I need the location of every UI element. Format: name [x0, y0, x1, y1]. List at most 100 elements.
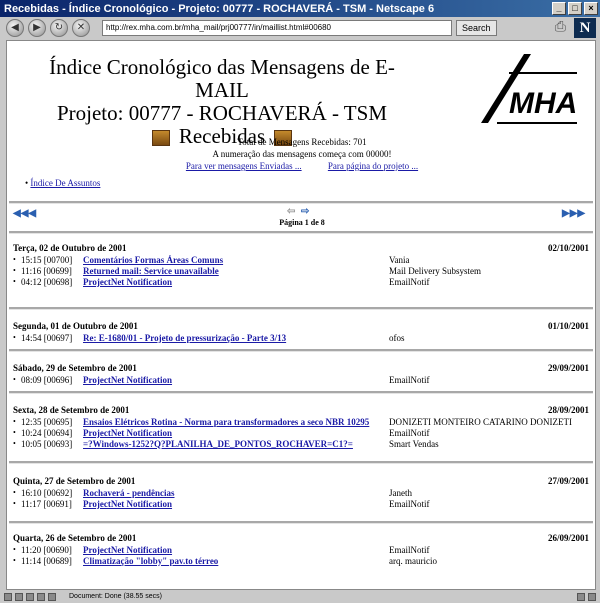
summary-block: Total de Mensagens Recebidas: 701 A nume… [7, 136, 595, 172]
netscape-logo-icon: N [574, 18, 596, 38]
forward-icon[interactable]: ▶ [28, 19, 46, 37]
day-label: Quarta, 26 de Setembro de 2001 [13, 532, 137, 543]
numbering-note: A numeração das mensagens começa com 000… [212, 149, 392, 159]
offline-icon[interactable] [588, 592, 596, 601]
reload-icon[interactable]: ↻ [50, 19, 68, 37]
message-row: • 11:17 [00691] ProjectNet Notification Ema… [13, 498, 589, 509]
day-date: 27/09/2001 [547, 475, 589, 486]
page-title: Índice Cronológico das Mensagens de E-MA… [49, 55, 395, 102]
security-icon[interactable] [577, 592, 585, 601]
message-row: • 10:24 [00694] ProjectNet Notification Ema… [13, 427, 589, 438]
message-subject-link[interactable]: ProjectNet Notification [83, 375, 389, 385]
message-subject-link[interactable]: ProjectNet Notification [83, 277, 389, 287]
day-label: Sexta, 28 de Setembro de 2001 [13, 404, 130, 415]
message-time: 10:24 [00694] [21, 427, 73, 438]
message-row: • 11:20 [00690] ProjectNet Notification Ema… [13, 544, 589, 555]
subjects-index: • Índice De Assuntos [25, 178, 100, 188]
mha-logo: MHA [481, 54, 577, 124]
bullet-icon: • [13, 255, 16, 264]
subjects-index-link[interactable]: Índice De Assuntos [30, 178, 100, 188]
page-info: Página 1 de 8 [279, 218, 325, 227]
day-group: Segunda, 01 de Outubro de 2001 01/10/2001… [13, 319, 589, 343]
window-titlebar: Recebidas - Índice Cronológico - Projeto… [0, 0, 600, 17]
status-bar: Document: Done (38.55 secs) [0, 590, 600, 603]
message-subject-link[interactable]: Re: E-1680/01 - Projeto de pressurização… [83, 333, 389, 343]
day-group: Sexta, 28 de Setembro de 2001 28/09/2001 •… [13, 403, 589, 449]
day-date: 29/09/2001 [547, 362, 589, 373]
bullet-icon: • [13, 545, 16, 554]
message-row: • 08:09 [00696] ProjectNet Notification Ema… [13, 374, 589, 385]
message-time: 08:09 [00696] [21, 374, 73, 385]
bullet-icon: • [13, 439, 16, 448]
status-icon[interactable] [4, 592, 12, 601]
minimize-button[interactable]: _ [552, 2, 566, 15]
day-group: Quinta, 27 de Setembro de 2001 27/09/2001… [13, 474, 589, 509]
message-sender: EmailNotif [389, 544, 430, 555]
day-header: Sexta, 28 de Setembro de 2001 28/09/2001 [13, 403, 589, 416]
bullet-icon: • [13, 488, 16, 497]
message-sender: EmailNotif [389, 276, 430, 287]
bullet-icon: • [13, 266, 16, 275]
message-time: 11:16 [00699] [21, 265, 72, 276]
message-subject-link[interactable]: Climatização "lobby" pav.to térreo [83, 556, 389, 566]
divider [9, 231, 593, 234]
day-header: Quinta, 27 de Setembro de 2001 27/09/2001 [13, 474, 589, 487]
bullet-icon: • [13, 375, 16, 384]
message-subject-link[interactable]: =?Windows-1252?Q?PLANILHA_DE_PONTOS_ROCH… [83, 439, 389, 449]
logo-text: MHA [509, 87, 577, 120]
navigation-toolbar: ◀ ▶ ↻ ✕ http://rex.mha.com.br/mha_mail/p… [0, 17, 600, 39]
divider [9, 349, 593, 352]
divider [9, 521, 593, 524]
page-header: Índice Cronológico das Mensagens de E-MA… [47, 56, 397, 148]
divider [9, 201, 593, 204]
day-header: Terça, 02 de Outubro de 2001 02/10/2001 [13, 241, 589, 254]
message-subject-link[interactable]: Rochaverá - pendências [83, 488, 389, 498]
bullet-icon: • [13, 333, 16, 342]
message-time: 14:54 [00697] [21, 332, 73, 343]
day-header: Quarta, 26 de Setembro de 2001 26/09/2001 [13, 531, 589, 544]
message-sender: ofos [389, 332, 405, 343]
message-subject-link[interactable]: ProjectNet Notification [83, 428, 389, 438]
status-icon[interactable] [48, 592, 56, 601]
message-sender: EmailNotif [389, 498, 430, 509]
day-group: Terça, 02 de Outubro de 2001 02/10/2001 • 1… [13, 241, 589, 287]
next-page-icon[interactable]: ⇨ [301, 206, 309, 217]
search-button[interactable]: Search [456, 20, 497, 36]
status-icon[interactable] [37, 592, 45, 601]
message-subject-link[interactable]: ProjectNet Notification [83, 499, 389, 509]
sent-messages-link[interactable]: Para ver mensagens Enviadas ... [186, 161, 302, 171]
close-button[interactable]: × [584, 2, 598, 15]
window-title: Recebidas - Índice Cronológico - Projeto… [4, 2, 435, 15]
message-subject-link[interactable]: Returned mail: Service unavailable [83, 266, 389, 276]
message-subject-link[interactable]: Ensaios Elétricos Rotina - Norma para tr… [83, 417, 389, 427]
message-subject-link[interactable]: ProjectNet Notification [83, 545, 389, 555]
day-group: Sábado, 29 de Setembro de 2001 29/09/2001… [13, 361, 589, 385]
maximize-button[interactable]: □ [568, 2, 582, 15]
stop-icon[interactable]: ✕ [72, 19, 90, 37]
message-time: 11:20 [00690] [21, 544, 72, 555]
bullet-icon: • [13, 277, 16, 286]
message-time: 11:14 [00689] [21, 555, 72, 566]
status-icon[interactable] [26, 592, 34, 601]
print-icon[interactable]: ⎙ [555, 20, 566, 36]
message-time: 12:35 [00695] [21, 416, 73, 427]
message-subject-link[interactable]: Comentários Formas Áreas Comuns [83, 255, 389, 265]
project-page-link[interactable]: Para página do projeto ... [328, 161, 418, 171]
message-row: • 14:54 [00697] Re: E-1680/01 - Projeto de… [13, 332, 589, 343]
url-input[interactable]: http://rex.mha.com.br/mha_mail/prj00777/… [102, 20, 452, 36]
window-controls: _ □ × [552, 2, 598, 15]
day-label: Sábado, 29 de Setembro de 2001 [13, 362, 137, 373]
back-icon[interactable]: ◀ [6, 19, 24, 37]
day-label: Segunda, 01 de Outubro de 2001 [13, 320, 138, 331]
day-date: 26/09/2001 [547, 532, 589, 543]
day-date: 28/09/2001 [547, 404, 589, 415]
total-messages: Total de Mensagens Recebidas: 701 [237, 137, 367, 147]
pager: ◀◀◀ ⇦ ⇨ ▶▶▶ Página 1 de 8 [7, 206, 595, 227]
message-row: • 12:35 [00695] Ensaios Elétricos Rotina -… [13, 416, 589, 427]
message-sender: Smart Vendas [389, 438, 439, 449]
status-icon[interactable] [15, 592, 23, 601]
bullet-icon: • [13, 417, 16, 426]
page-content: Índice Cronológico das Mensagens de E-MA… [6, 40, 596, 590]
day-date: 01/10/2001 [547, 320, 589, 331]
message-time: 11:17 [00691] [21, 498, 72, 509]
